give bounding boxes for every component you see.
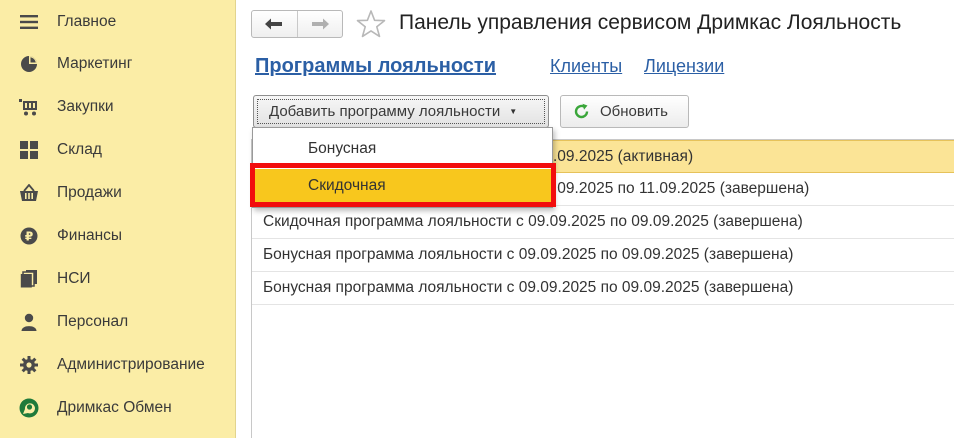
sidebar-item-label: Администрирование: [57, 355, 205, 373]
list-item-text: Бонусная программа лояльности с 09.09.20…: [263, 246, 794, 263]
sidebar-item-administration[interactable]: Администрирование: [0, 343, 236, 386]
sidebar-item-nsi[interactable]: НСИ: [0, 257, 236, 300]
sidebar-item-purchases[interactable]: Закупки: [0, 85, 236, 128]
refresh-icon: [574, 103, 589, 119]
sidebar-item-personnel[interactable]: Персонал: [0, 300, 236, 343]
list-item[interactable]: Бонусная программа лояльности с 09.09.20…: [252, 272, 954, 305]
list-item-text: Скидочная программа лояльности с 09.09.2…: [263, 213, 803, 230]
pie-chart-icon: [18, 53, 40, 75]
sidebar-item-main[interactable]: Главное: [0, 0, 236, 43]
documents-icon: [18, 268, 40, 290]
arrow-left-icon: [265, 18, 283, 30]
sidebar-item-marketing[interactable]: Маркетинг: [0, 42, 236, 85]
dropdown-arrow-icon: ▼: [509, 107, 518, 116]
history-nav: [251, 10, 343, 38]
svg-text:₽: ₽: [25, 229, 33, 243]
sidebar-item-label: Персонал: [57, 312, 129, 330]
list-item-text: Бонусная программа лояльности с 09.09.20…: [263, 279, 794, 296]
sidebar-item-label: НСИ: [57, 269, 91, 287]
sidebar: Главное Маркетинг Закупки Склад Продажи …: [0, 0, 236, 438]
tab-licenses[interactable]: Лицензии: [644, 56, 724, 77]
menu-item-bonus[interactable]: Бонусная: [253, 132, 552, 165]
basket-icon: [18, 182, 40, 204]
grid-icon: [18, 139, 40, 161]
sidebar-item-dreamkas-exchange[interactable]: Дримкас Обмен: [0, 386, 236, 429]
sidebar-item-warehouse[interactable]: Склад: [0, 128, 236, 171]
sidebar-item-label: Дримкас Обмен: [57, 398, 172, 416]
arrow-right-icon: [311, 18, 329, 30]
refresh-button-label: Обновить: [600, 103, 668, 120]
person-icon: [18, 311, 40, 333]
gear-icon: [18, 354, 40, 376]
ruble-icon: ₽: [18, 225, 40, 247]
list-item-text: .09.2025 (активная): [553, 147, 694, 165]
list-item[interactable]: Бонусная программа лояльности с 09.09.20…: [252, 239, 954, 272]
list-item[interactable]: Скидочная программа лояльности с 09.09.2…: [252, 206, 954, 239]
add-loyalty-program-button[interactable]: Добавить программу лояльности ▼: [253, 95, 549, 128]
refresh-button[interactable]: Обновить: [560, 95, 689, 128]
sidebar-item-label: Главное: [57, 12, 117, 30]
tab-clients[interactable]: Клиенты: [550, 56, 622, 77]
sidebar-item-label: Закупки: [57, 97, 114, 115]
menu-icon: [18, 11, 40, 33]
forward-button[interactable]: [296, 11, 342, 37]
sidebar-item-finance[interactable]: ₽ Финансы: [0, 214, 236, 257]
add-program-dropdown-menu: Бонусная Скидочная: [252, 127, 553, 208]
favorite-star-icon[interactable]: [356, 9, 386, 39]
tab-loyalty-programs[interactable]: Программы лояльности: [255, 55, 496, 78]
main-panel: Панель управления сервисом Дримкас Лояль…: [237, 0, 954, 438]
sidebar-item-label: Склад: [57, 140, 102, 158]
sidebar-item-label: Маркетинг: [57, 54, 133, 72]
add-button-label: Добавить программу лояльности: [269, 103, 501, 120]
list-item-text: .09.2025 по 11.09.2025 (завершена): [553, 180, 810, 197]
exchange-icon: [18, 397, 40, 419]
cart-icon: [18, 96, 40, 118]
sidebar-item-label: Продажи: [57, 183, 122, 201]
menu-item-discount[interactable]: Скидочная: [253, 169, 552, 202]
back-button[interactable]: [252, 11, 297, 37]
sidebar-item-sales[interactable]: Продажи: [0, 171, 236, 214]
page-title: Панель управления сервисом Дримкас Лояль…: [399, 11, 902, 34]
sidebar-item-label: Финансы: [57, 226, 123, 244]
